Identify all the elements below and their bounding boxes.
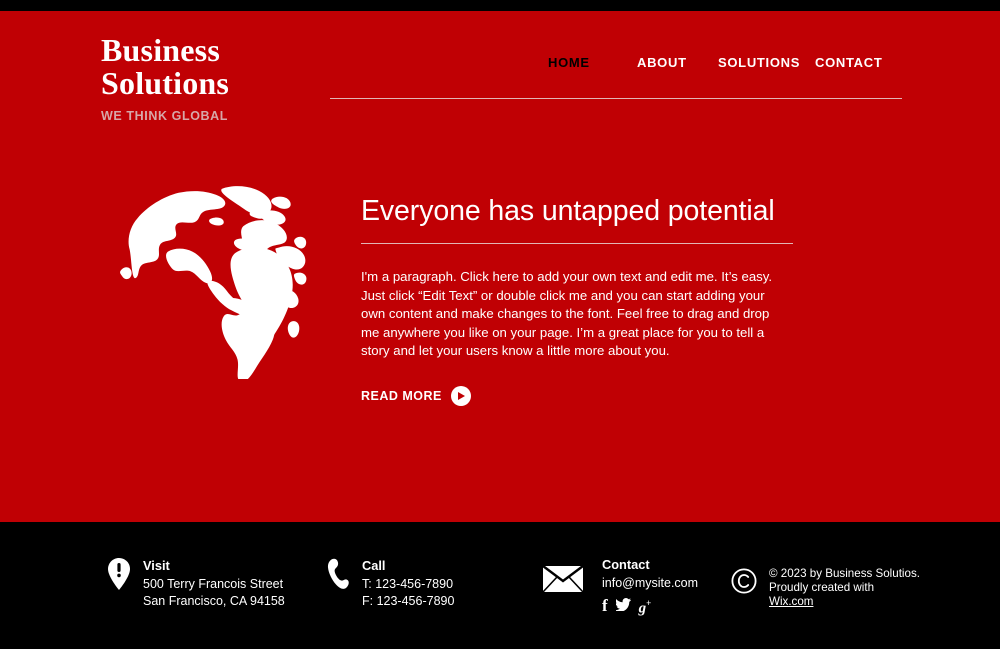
brand-tagline: WE THINK GLOBAL <box>101 109 229 123</box>
social-links: f g+ <box>602 596 698 616</box>
footer-contact-email[interactable]: info@mysite.com <box>602 575 698 592</box>
footer-call-tel: T: 123-456-7890 <box>362 577 454 591</box>
copyright-line2: Proudly created with <box>769 581 875 594</box>
footer-visit-title: Visit <box>143 558 170 573</box>
nav-item-home[interactable]: HOME <box>548 55 590 70</box>
nav-item-solutions[interactable]: SOLUTIONS <box>718 55 800 70</box>
page-title: Everyone has untapped potential <box>361 195 775 227</box>
copyright-line1: © 2023 by Business Solutios. <box>769 567 920 580</box>
googleplus-icon[interactable]: g+ <box>639 596 652 616</box>
site-footer: Visit 500 Terry Francois Street San Fran… <box>0 522 1000 649</box>
footer-contact-block: Contact info@mysite.com f g+ <box>542 557 698 616</box>
hero-paragraph: I'm a paragraph. Click here to add your … <box>361 269 773 359</box>
footer-call-block: Call T: 123-456-7890 F: 123-456-7890 <box>327 558 454 609</box>
nav-item-contact[interactable]: CONTACT <box>815 55 882 70</box>
footer-call-title: Call <box>362 558 386 573</box>
headline-divider <box>361 243 793 244</box>
phone-icon <box>327 558 349 590</box>
footer-visit-city: San Francisco, CA 94158 <box>143 593 285 608</box>
site-logo[interactable]: Business Solutions WE THINK GLOBAL <box>101 32 361 124</box>
play-circle-icon[interactable] <box>450 385 471 406</box>
hero-content: Everyone has untapped potential I'm a pa… <box>361 194 793 406</box>
main-navigation: HOME ABOUT SOLUTIONS CONTACT <box>330 47 902 87</box>
brand-name-line1: Business <box>101 32 220 68</box>
footer-visit-block: Visit 500 Terry Francois Street San Fran… <box>108 558 285 609</box>
header-divider <box>330 98 902 99</box>
hero-section: Business Solutions WE THINK GLOBAL HOME … <box>0 11 1000 522</box>
nav-item-about[interactable]: ABOUT <box>637 55 687 70</box>
footer-visit-street: 500 Terry Francois Street <box>143 577 284 591</box>
wix-link[interactable]: Wix.com <box>769 595 813 608</box>
twitter-icon[interactable] <box>614 597 631 614</box>
world-map-globe-icon <box>113 183 311 379</box>
footer-contact-title: Contact <box>602 557 650 572</box>
brand-name-line2: Solutions <box>101 65 230 101</box>
facebook-icon[interactable]: f <box>602 597 608 614</box>
read-more-button[interactable]: READ MORE <box>361 385 476 406</box>
footer-call-fax: F: 123-456-7890 <box>362 593 455 608</box>
read-more-label: READ MORE <box>361 388 442 403</box>
page-root: Business Solutions WE THINK GLOBAL HOME … <box>0 0 1000 649</box>
footer-copyright-block: © 2023 by Business Solutios. Proudly cre… <box>731 567 920 609</box>
top-black-bar <box>0 0 1000 11</box>
copyright-icon <box>731 568 757 599</box>
envelope-icon <box>542 565 584 593</box>
map-pin-icon <box>108 558 130 590</box>
